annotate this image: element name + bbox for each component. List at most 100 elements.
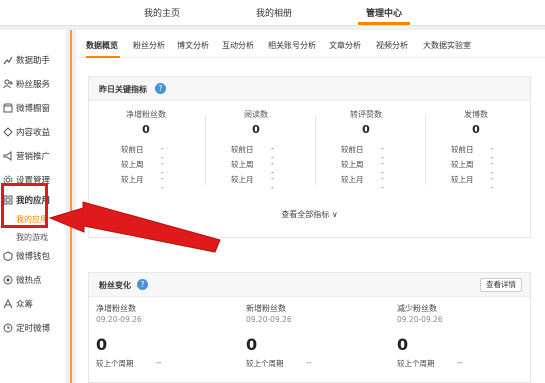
sidebar-item-scheduled-weibo[interactable]: 定时微博 [2, 320, 50, 336]
prev-value: -- [156, 358, 162, 367]
clock-icon [2, 323, 13, 334]
key-metrics-panel: 昨日关键指标 ? 净增粉丝数 0 较前日 -- 较上周 -- 较上月 -- 阅读数 0… [88, 76, 531, 238]
help-icon[interactable]: ? [155, 83, 166, 94]
view-details-button[interactable]: 查看详情 [480, 278, 522, 292]
compare-label: 较上周 [341, 160, 364, 169]
compare-label: 较上周 [121, 160, 144, 169]
help-icon[interactable]: ? [137, 279, 148, 290]
view-all-metrics-link[interactable]: 查看全部指标 ∨ [89, 209, 530, 220]
sidebar-subitem-my-games[interactable]: 我的游戏 [16, 232, 48, 243]
fans-prev-period: 较上个周期 -- [397, 358, 462, 369]
metric-value: 0 [472, 123, 480, 136]
fans-value: 0 [96, 335, 108, 354]
prev-value: -- [306, 358, 312, 367]
highlight-box [1, 183, 48, 228]
wallet-icon [2, 251, 13, 262]
sidebar-item-content-income[interactable]: 内容收益 [2, 124, 50, 140]
sidebar-item-label: 粉丝服务 [16, 80, 51, 90]
sidebar-item-label: 定时微博 [16, 324, 51, 334]
panel-header: 昨日关键指标 ? [89, 77, 530, 101]
fans-prev-period: 较上个周期 -- [96, 358, 161, 369]
metric-label: 转评赞数 [350, 110, 382, 119]
sidebar-item-label: 微博橱窗 [16, 104, 51, 114]
compare-label: 较上周 [231, 160, 254, 169]
compare-value: -- [491, 174, 494, 192]
metric-posts: 发博数 0 较前日 -- 较上周 -- 较上月 -- [421, 109, 531, 192]
sidebar-item-data-assistant[interactable]: 数据助手 [2, 52, 50, 68]
active-subtab-underline [86, 56, 120, 58]
metric-reads: 阅读数 0 较前日 -- 较上周 -- 较上月 -- [201, 109, 311, 192]
sidebar-item-marketing[interactable]: 营销推广 [2, 148, 50, 164]
subtab-interaction-analysis[interactable]: 互动分析 [222, 40, 254, 51]
panel-title: 昨日关键指标 [99, 85, 147, 94]
compare-label: 较前日 [341, 145, 364, 154]
sidebar-item-label: 数据助手 [16, 56, 51, 66]
metric-engagement: 转评赞数 0 较前日 -- 较上周 -- 较上月 -- [311, 109, 421, 192]
prev-label: 较上个周期 [96, 359, 134, 368]
subtab-video-analysis[interactable]: 视频分析 [376, 40, 408, 51]
coin-icon [2, 127, 13, 138]
fans-value: 0 [397, 335, 409, 354]
compare-value: -- [161, 174, 164, 192]
metric-value: 0 [362, 123, 370, 136]
sidebar-item-label: 微博钱包 [16, 252, 51, 262]
tab-management-center[interactable]: 管理中心 [366, 6, 402, 19]
subtab-fans-analysis[interactable]: 粉丝分析 [133, 40, 165, 51]
compare-label: 较上周 [451, 160, 474, 169]
sidebar-item-crowdfunding[interactable]: 众筹 [2, 296, 33, 312]
subtab-related-accounts[interactable]: 相关账号分析 [268, 40, 316, 51]
fans-label: 减少粉丝数 [397, 304, 437, 313]
compare-label: 较前日 [451, 145, 474, 154]
chart-icon [2, 55, 13, 66]
sidebar-item-wallet[interactable]: 微博钱包 [2, 248, 50, 264]
sub-tabs: 数据概览 粉丝分析 博文分析 互动分析 相关账号分析 文章分析 视频分析 大数据… [76, 30, 545, 58]
prev-label: 较上个周期 [397, 359, 435, 368]
metric-net-fans: 净增粉丝数 0 较前日 -- 较上周 -- 较上月 -- [91, 109, 201, 192]
panel-title: 粉丝变化 [99, 281, 131, 290]
compare-label: 较前日 [231, 145, 254, 154]
crowd-icon [2, 299, 13, 310]
fans-label: 净增粉丝数 [96, 304, 136, 313]
top-navigation: 我的主页 我的相册 管理中心 [0, 0, 545, 26]
divider-line [70, 30, 72, 383]
subtab-data-overview[interactable]: 数据概览 [86, 40, 118, 51]
sidebar-item-label: 众筹 [16, 300, 34, 310]
fans-date-range: 09.20-09.26 [246, 315, 292, 324]
promo-icon [2, 151, 13, 162]
sidebar-item-label: 内容收益 [16, 128, 51, 138]
subtab-post-analysis[interactable]: 博文分析 [177, 40, 209, 51]
subtab-big-data-lab[interactable]: 大数据实验室 [423, 40, 471, 51]
hot-icon [2, 275, 13, 286]
fans-date-range: 09.20-09.26 [96, 315, 142, 324]
metric-value: 0 [142, 123, 150, 136]
shop-icon [2, 103, 13, 114]
compare-value: -- [381, 174, 384, 192]
panel-header: 粉丝变化 ? 查看详情 [89, 273, 530, 297]
compare-value: -- [271, 174, 274, 192]
prev-value: -- [457, 358, 463, 367]
compare-label: 较上月 [451, 175, 474, 184]
fans-icon [2, 79, 13, 90]
compare-label: 较上月 [341, 175, 364, 184]
sidebar-item-hot-topics[interactable]: 微热点 [2, 272, 42, 288]
metric-label: 阅读数 [244, 110, 268, 119]
compare-label: 较前日 [121, 145, 144, 154]
fans-change-panel: 粉丝变化 ? 查看详情 净增粉丝数 09.20-09.26 0 较上个周期 -- … [88, 272, 531, 383]
main-content: 数据概览 粉丝分析 博文分析 互动分析 相关账号分析 文章分析 视频分析 大数据… [76, 30, 545, 383]
tab-my-album[interactable]: 我的相册 [256, 6, 292, 19]
metric-value: 0 [252, 123, 260, 136]
tab-my-home[interactable]: 我的主页 [144, 6, 180, 19]
fans-date-range: 09.20-09.26 [397, 315, 443, 324]
metric-label: 净增粉丝数 [126, 110, 166, 119]
sidebar-item-label: 微热点 [16, 276, 42, 286]
sidebar-item-fan-service[interactable]: 粉丝服务 [2, 76, 50, 92]
fans-prev-period: 较上个周期 -- [246, 358, 311, 369]
fans-label: 新增粉丝数 [246, 304, 286, 313]
compare-label: 较上月 [121, 175, 144, 184]
metric-label: 发博数 [464, 110, 488, 119]
subtab-article-analysis[interactable]: 文章分析 [329, 40, 361, 51]
prev-label: 较上个周期 [246, 359, 284, 368]
compare-label: 较上月 [231, 175, 254, 184]
active-tab-underline [358, 22, 410, 25]
sidebar-item-weibo-shop[interactable]: 微博橱窗 [2, 100, 50, 116]
